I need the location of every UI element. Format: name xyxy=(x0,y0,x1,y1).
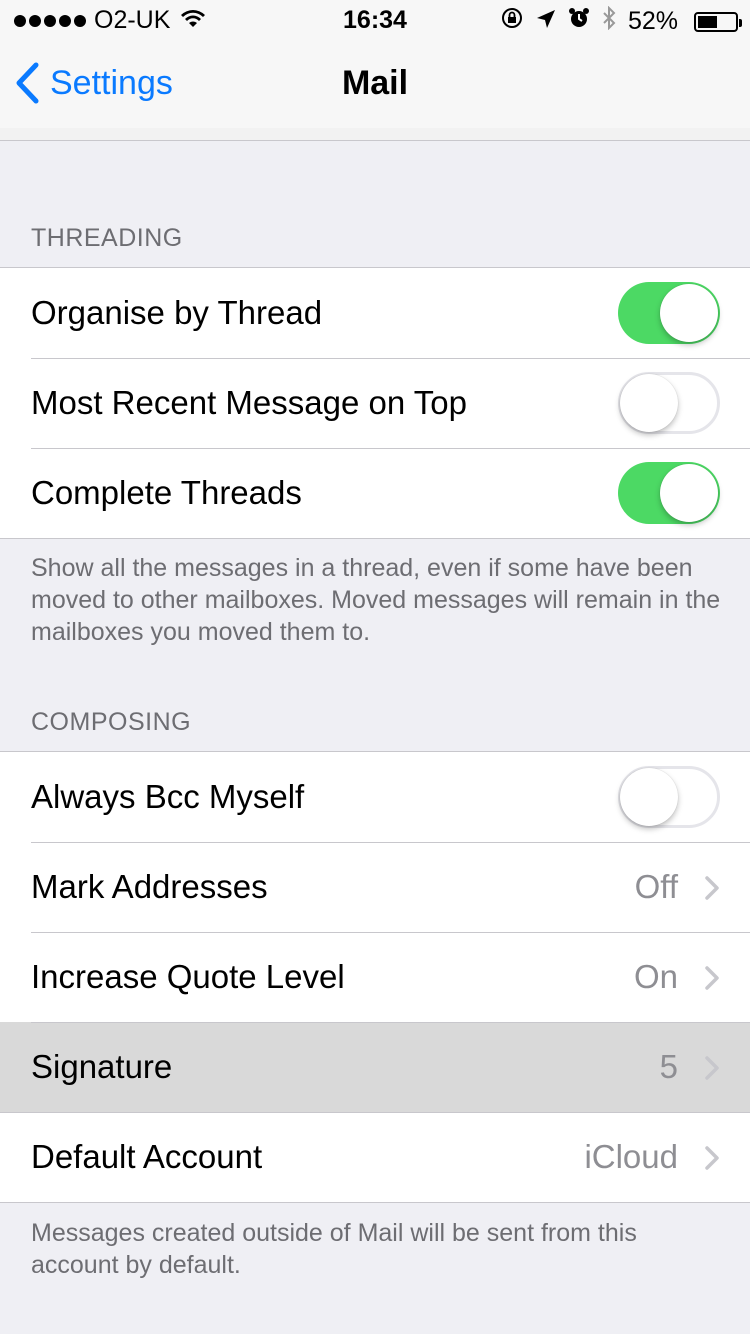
row-label: Signature xyxy=(31,1048,173,1085)
row-signature[interactable]: Signature 5 xyxy=(0,1022,750,1112)
row-complete-threads: Complete Threads xyxy=(0,448,750,538)
bluetooth-icon xyxy=(602,5,616,37)
status-right: 52% xyxy=(500,5,742,37)
chevron-right-icon xyxy=(705,1146,719,1170)
row-label: Increase Quote Level xyxy=(31,958,345,995)
threading-footer: Show all the messages in a thread, even … xyxy=(31,554,721,646)
chevron-right-icon xyxy=(705,876,719,900)
chevron-right-icon xyxy=(705,966,719,990)
composing-header: COMPOSING xyxy=(31,708,192,736)
composing-footer: Messages created outside of Mail will be… xyxy=(31,1219,637,1279)
row-value: 5 xyxy=(659,1048,678,1085)
location-icon xyxy=(536,7,556,36)
row-increase-quote-level[interactable]: Increase Quote Level On xyxy=(0,932,750,1022)
battery-icon xyxy=(694,11,742,32)
composing-group: Always Bcc Myself Mark Addresses Off Inc… xyxy=(0,751,750,1203)
row-value: Off xyxy=(634,868,678,905)
always-bcc-myself-toggle[interactable] xyxy=(618,766,720,828)
row-label: Mark Addresses xyxy=(31,868,268,905)
navigation-bar: Settings Mail xyxy=(0,40,750,129)
threading-group: Organise by Thread Most Recent Message o… xyxy=(0,267,750,539)
complete-threads-toggle[interactable] xyxy=(618,462,720,524)
row-most-recent-on-top: Most Recent Message on Top xyxy=(0,358,750,448)
chevron-right-icon xyxy=(705,1056,719,1080)
battery-level-fill xyxy=(698,15,717,28)
most-recent-on-top-toggle[interactable] xyxy=(618,372,720,434)
row-label: Always Bcc Myself xyxy=(31,778,305,815)
threading-header: THREADING xyxy=(31,224,183,252)
toggle-knob xyxy=(660,284,718,342)
battery-percent: 52% xyxy=(627,7,678,35)
scrolled-content-edge xyxy=(0,128,750,141)
row-organise-by-thread: Organise by Thread xyxy=(0,268,750,358)
page-title: Mail xyxy=(341,64,409,102)
row-label: Default Account xyxy=(31,1138,263,1175)
toggle-knob xyxy=(660,464,718,522)
rotation-lock-icon xyxy=(500,6,524,37)
row-label: Organise by Thread xyxy=(31,294,323,331)
toggle-knob xyxy=(620,374,678,432)
row-default-account[interactable]: Default Account iCloud xyxy=(0,1112,750,1202)
alarm-icon xyxy=(568,7,590,36)
organise-by-thread-toggle[interactable] xyxy=(618,282,720,344)
row-always-bcc-myself: Always Bcc Myself xyxy=(0,752,750,842)
row-value: On xyxy=(633,958,678,995)
mail-settings-screen: O2-UK 16:34 52% Settings Mail THREADING … xyxy=(0,0,750,1334)
row-label: Complete Threads xyxy=(31,474,302,511)
row-mark-addresses[interactable]: Mark Addresses Off xyxy=(0,842,750,932)
row-label: Most Recent Message on Top xyxy=(31,384,467,421)
status-bar: O2-UK 16:34 52% xyxy=(0,0,750,40)
row-value: iCloud xyxy=(584,1138,678,1175)
toggle-knob xyxy=(620,768,678,826)
